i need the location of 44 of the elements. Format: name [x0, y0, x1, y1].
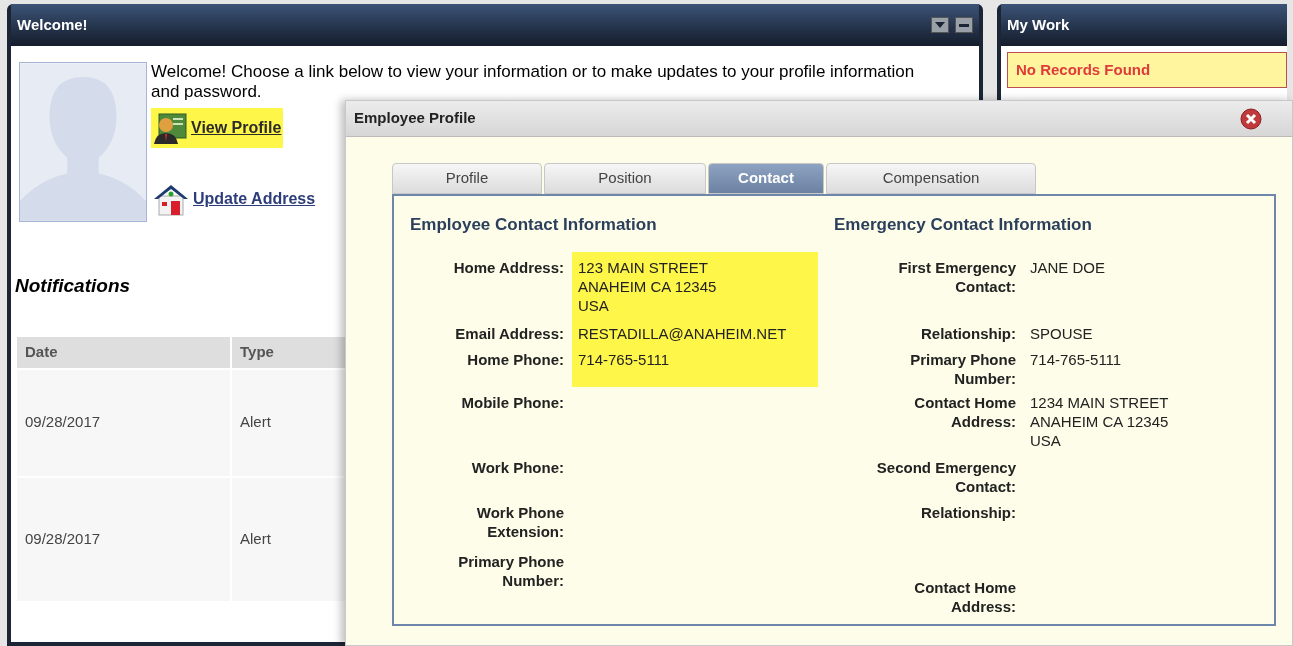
section-heading: Emergency Contact Information [833, 214, 1093, 236]
field-label: First Emergency Contact: [897, 258, 1017, 297]
section-heading: Notifications [15, 274, 131, 298]
house-icon [153, 182, 189, 216]
id-card-icon [153, 112, 187, 144]
section-heading: Employee Contact Information [409, 214, 658, 236]
field-value: 714-765-5111 [1030, 350, 1122, 369]
field-value: 1234 MAIN STREET [1030, 393, 1169, 412]
field-value: SPOUSE [1030, 324, 1093, 343]
field-value: ANAHEIM CA 12345 [578, 277, 718, 296]
link[interactable]: View Profile [151, 108, 284, 148]
field-label: Relationship: [920, 503, 1017, 523]
field-value: RESTADILLA@ANAHEIM.NET [578, 324, 788, 343]
field-label: Home Phone: [466, 350, 565, 370]
dialog-title: Employee Profile [354, 108, 476, 129]
field-label: Contact Home Address: [913, 578, 1017, 617]
field-value: JANE DOE [1030, 258, 1105, 277]
field-label: Mobile Phone: [460, 393, 565, 413]
link[interactable]: Update Address [151, 178, 318, 220]
minimize-icon[interactable] [955, 17, 973, 33]
tab[interactable]: Compensation [826, 163, 1036, 194]
tab[interactable]: Profile [392, 163, 542, 194]
tab[interactable]: Position [544, 163, 706, 194]
empty-state-message: No Records Found [1007, 52, 1287, 88]
field-value: USA [1030, 431, 1062, 450]
field-value: 714-765-5111 [578, 350, 671, 369]
field-value: USA [578, 296, 610, 315]
field-label: Primary Phone Number: [909, 350, 1017, 387]
field-label: Contact Home Address: [913, 393, 1017, 432]
close-icon[interactable] [1240, 107, 1262, 130]
field-label: Primary Phone Number: [457, 552, 565, 591]
field-value: 123 MAIN STREET [578, 258, 710, 277]
field-label: Second Emergency Contact: [875, 458, 1017, 497]
field-label: Email Address: [454, 324, 565, 344]
field-label: Relationship: [920, 324, 1017, 344]
table-cell: 09/28/2017 [17, 476, 231, 601]
field-label: Work Phone Extension: [475, 503, 565, 542]
field-label: Home Address: [452, 258, 565, 278]
panel-title: My Work [1007, 14, 1070, 35]
dropdown-icon[interactable] [931, 17, 949, 33]
field-value: ANAHEIM CA 12345 [1030, 412, 1169, 431]
field-label: Work Phone: [470, 458, 565, 478]
panel-title: Welcome! [17, 14, 88, 35]
welcome-message: Welcome! Choose a link below to view your information or to make updates to your profile information and password. [151, 62, 916, 102]
